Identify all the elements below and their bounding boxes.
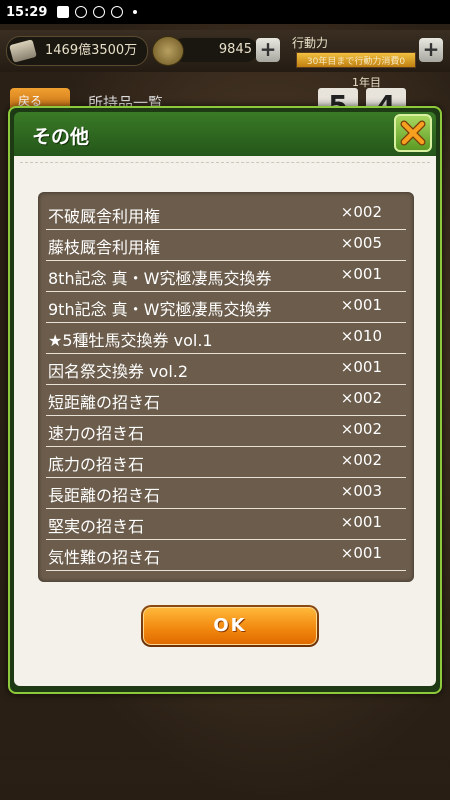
horseshoe-value: 9845 xyxy=(172,38,258,62)
item-quantity: ×001 xyxy=(340,544,382,562)
item-quantity: ×002 xyxy=(340,420,382,438)
list-item: 長距離の招き石 ×003 xyxy=(46,477,406,509)
item-name: 藤枝厩舎利用権 xyxy=(48,238,161,257)
dialog-body: 不破厩舎利用権 ×002 藤枝厩舎利用権 ×005 8th記念 真・W究極凄馬交… xyxy=(14,156,436,686)
item-name: 短距離の招き石 xyxy=(48,393,161,412)
money-display: 1469億3500万 xyxy=(6,36,148,66)
list-item: 堅実の招き石 ×001 xyxy=(46,508,406,540)
item-quantity: ×001 xyxy=(340,265,382,283)
item-quantity: ×005 xyxy=(340,234,382,252)
dialog-title: その他 xyxy=(32,126,90,148)
item-quantity: ×003 xyxy=(340,482,382,500)
item-quantity: ×002 xyxy=(340,451,382,469)
list-item: 因名祭交換券 vol.2 ×001 xyxy=(46,353,406,385)
paper-edge xyxy=(20,162,430,168)
app-icon xyxy=(93,6,106,18)
item-name: 底力の招き石 xyxy=(48,455,145,474)
list-item: ★5種牡馬交換券 vol.1 ×010 xyxy=(46,322,406,354)
close-button[interactable] xyxy=(394,114,432,152)
dot-icon xyxy=(133,10,138,14)
item-name: 気性難の招き石 xyxy=(48,548,161,567)
list-item: 底力の招き石 ×002 xyxy=(46,446,406,478)
item-quantity: ×010 xyxy=(340,327,382,345)
item-name: 速力の招き石 xyxy=(48,424,145,443)
item-name: 9th記念 真・W究極凄馬交換券 xyxy=(48,300,272,319)
action-power-label: 行動力 xyxy=(292,36,329,50)
image-icon xyxy=(57,6,70,18)
list-item: 短距離の招き石 ×002 xyxy=(46,384,406,416)
list-item: 藤枝厩舎利用権 ×005 xyxy=(46,229,406,261)
horseshoe-icon xyxy=(152,36,184,66)
item-name: ★5種牡馬交換券 vol.1 xyxy=(48,331,213,350)
item-name: 長距離の招き石 xyxy=(48,486,161,505)
dialog-header: その他 xyxy=(14,112,436,156)
ok-button-label: OK xyxy=(143,607,317,645)
item-quantity: ×002 xyxy=(340,389,382,407)
item-list: 不破厩舎利用権 ×002 藤枝厩舎利用権 ×005 8th記念 真・W究極凄馬交… xyxy=(38,192,414,582)
action-power-note: 30年目まで行動力消費0 xyxy=(306,57,406,67)
add-action-power-button[interactable]: + xyxy=(419,38,443,62)
item-name: 不破厩舎利用権 xyxy=(48,207,161,226)
app-icon-2 xyxy=(111,6,124,18)
items-dialog: その他 不破厩舎利用権 ×002 藤枝厩舎利用権 ×005 8th記念 真・W究… xyxy=(8,106,442,694)
close-x-icon xyxy=(400,120,426,146)
list-item: 8th記念 真・W究極凄馬交換券 ×001 xyxy=(46,260,406,292)
item-quantity: ×001 xyxy=(340,296,382,314)
list-item: 気性難の招き石 ×001 xyxy=(46,539,406,571)
item-quantity: ×001 xyxy=(340,358,382,376)
list-item: 9th記念 真・W究極凄馬交換券 ×001 xyxy=(46,291,406,323)
item-name: 堅実の招き石 xyxy=(48,517,145,536)
item-name: 因名祭交換券 vol.2 xyxy=(48,362,189,381)
money-value: 1469億3500万 xyxy=(45,43,138,58)
smiley-icon xyxy=(75,6,88,18)
item-quantity: ×001 xyxy=(340,513,382,531)
item-quantity: ×002 xyxy=(340,203,382,221)
ok-button[interactable]: OK xyxy=(141,605,319,647)
status-time: 15:29 xyxy=(6,4,48,20)
add-horseshoe-button[interactable]: + xyxy=(256,38,280,62)
item-name: 8th記念 真・W究極凄馬交換券 xyxy=(48,269,272,288)
money-icon xyxy=(9,39,37,63)
list-item: 不破厩舎利用権 ×002 xyxy=(46,198,406,230)
status-bar: 15:29 xyxy=(0,0,450,24)
list-item: 速力の招き石 ×002 xyxy=(46,415,406,447)
